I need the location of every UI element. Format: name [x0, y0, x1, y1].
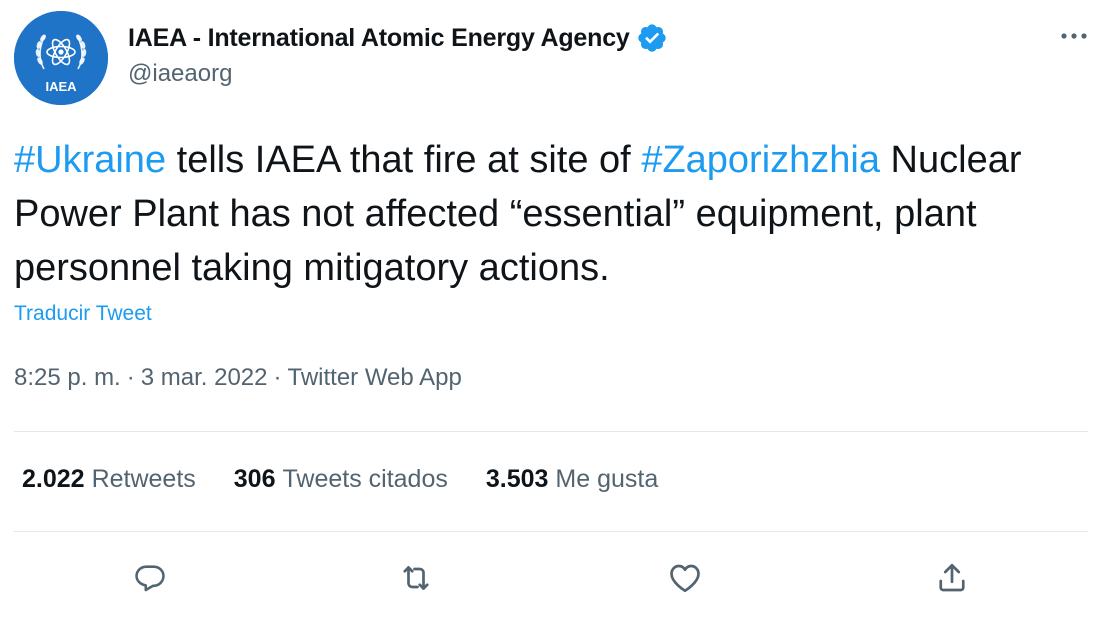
iaea-logo: IAEA [14, 11, 108, 105]
likes-label: Me gusta [555, 465, 659, 493]
tweet-meta: 8:25 p. m. · 3 mar. 2022 · Twitter Web App [14, 364, 462, 392]
author-name-row: IAEA - International Atomic Energy Agenc… [128, 21, 668, 55]
hashtag-zaporizhzhia[interactable]: #Zaporizhzhia [641, 139, 880, 181]
hashtag-ukraine[interactable]: #Ukraine [14, 139, 166, 181]
tweet-source[interactable]: Twitter Web App [287, 364, 461, 391]
reply-icon[interactable] [127, 555, 173, 601]
tweet-stats: 2.022 Retweets 306 Tweets citados 3.503 Me … [22, 465, 696, 494]
author-display-name[interactable]: IAEA - International Atomic Energy Agenc… [128, 24, 630, 53]
more-dots-icon[interactable] [1056, 22, 1092, 50]
retweets-stat[interactable]: 2.022 Retweets [22, 465, 196, 494]
quote-tweets-stat[interactable]: 306 Tweets citados [234, 465, 448, 494]
tweet-time[interactable]: 8:25 p. m. [14, 364, 121, 391]
tweet-actions [0, 555, 1120, 601]
tweet-text: #Ukraine tells IAEA that fire at site of… [14, 133, 1104, 295]
retweet-icon[interactable] [393, 555, 439, 601]
tweet-date[interactable]: 3 mar. 2022 [141, 364, 268, 391]
likes-count: 3.503 [485, 465, 549, 493]
meta-separator: · [126, 364, 135, 391]
tweet-text-part-1: tells IAEA that fire at site of [166, 139, 642, 181]
quote-tweets-count: 306 [233, 465, 276, 493]
share-icon[interactable] [929, 555, 975, 601]
translate-tweet-link[interactable]: Traducir Tweet [14, 302, 152, 326]
meta-separator: · [273, 364, 282, 391]
divider [14, 431, 1088, 432]
tweet-card: IAEA IAEA - International Atomic Energy … [0, 0, 1120, 620]
divider [14, 531, 1088, 532]
avatar-text: IAEA [45, 79, 77, 94]
verified-badge-icon [636, 22, 668, 54]
heart-icon[interactable] [662, 555, 708, 601]
author-handle[interactable]: @iaeaorg [128, 60, 668, 88]
likes-stat[interactable]: 3.503 Me gusta [486, 465, 658, 494]
retweets-count: 2.022 [22, 465, 85, 493]
author-block: IAEA - International Atomic Energy Agenc… [128, 21, 668, 88]
quote-tweets-label: Tweets citados [282, 465, 448, 493]
avatar[interactable]: IAEA [14, 11, 108, 105]
retweets-label: Retweets [91, 465, 196, 493]
